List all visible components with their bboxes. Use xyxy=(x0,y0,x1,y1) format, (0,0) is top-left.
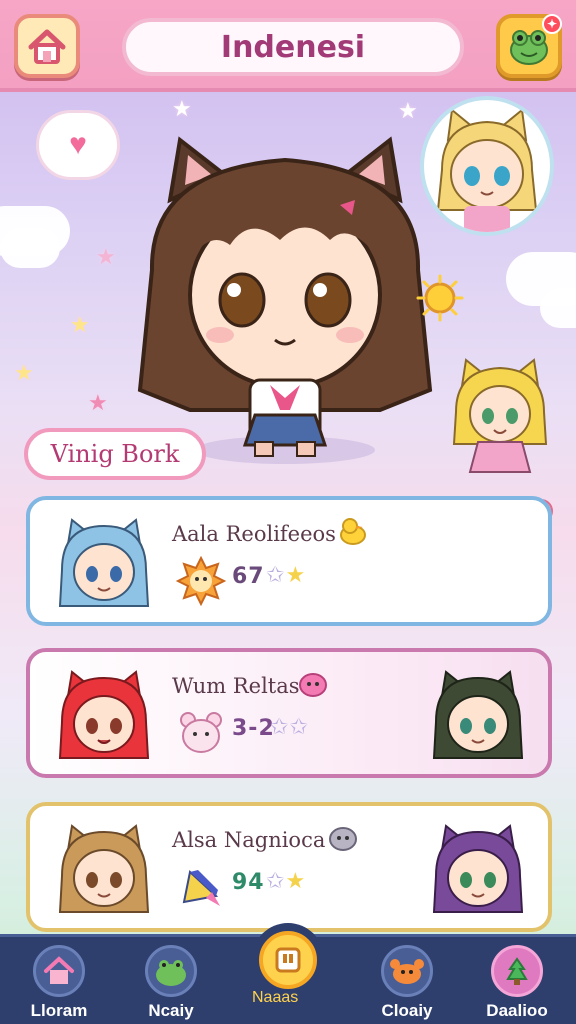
speech-bubble: ♥ xyxy=(36,110,120,180)
rating-stars: ✩✩ xyxy=(270,714,309,739)
page-title: Indenesi xyxy=(220,29,366,65)
star-decoration: ★ xyxy=(172,96,192,121)
roster-score: 94 xyxy=(232,870,265,895)
bear-pet-icon xyxy=(180,712,222,753)
house-icon xyxy=(28,29,66,64)
rating-stars: ✩★ xyxy=(266,562,307,587)
nav-item-home[interactable]: Lloram xyxy=(14,945,104,1024)
nav-label: Lloram xyxy=(30,1001,88,1020)
blonde-cat-girl-avatar xyxy=(436,108,538,232)
featured-friend-bubble[interactable] xyxy=(420,96,554,236)
character-name: Vinig Bork xyxy=(50,440,180,468)
brown-hair-avatar xyxy=(58,824,150,913)
rating-stars: ✩★ xyxy=(266,868,307,893)
star-decoration: ★ xyxy=(14,360,34,385)
dark-hair-avatar xyxy=(432,670,524,759)
gray-blob-icon xyxy=(329,827,357,851)
cloud-decoration xyxy=(540,288,576,328)
roster-card[interactable]: Wum Reltas 3-2 ✩✩ xyxy=(26,648,552,778)
star-decoration: ★ xyxy=(70,312,90,337)
friend-button[interactable]: ✦ xyxy=(496,14,562,78)
sun-pet-icon xyxy=(176,556,226,606)
blue-hair-avatar xyxy=(58,518,150,607)
nav-item-shop[interactable]: Cloaiy xyxy=(362,945,452,1024)
red-hair-avatar xyxy=(58,670,150,759)
roster-card[interactable]: Alsa Nagnioca 94 ✩★ xyxy=(26,802,552,932)
character-name-tag[interactable]: Vinig Bork xyxy=(24,428,206,480)
star-decoration: ★ xyxy=(398,98,418,123)
frog-face-icon xyxy=(156,960,186,986)
nav-item-garden[interactable]: Daalioo xyxy=(472,945,562,1024)
main-character[interactable] xyxy=(130,130,440,470)
cloud-decoration xyxy=(0,228,60,268)
house-icon xyxy=(44,956,74,984)
nav-item-active[interactable]: Naaas xyxy=(252,923,324,1023)
duck-icon xyxy=(340,518,366,545)
nav-label: Ncaiy xyxy=(148,1001,194,1020)
pink-blob-icon xyxy=(299,673,327,697)
roster-name: Aala Reolifeeos xyxy=(172,522,336,546)
frog-face-icon xyxy=(510,30,548,65)
notification-badge: ✦ xyxy=(542,14,562,34)
roster-name: Alsa Nagnioca xyxy=(172,828,326,852)
nav-label: Naaas xyxy=(252,989,299,1006)
top-bar: Indenesi ✦ xyxy=(0,0,576,92)
star-decoration: ★ xyxy=(96,244,116,269)
side-character[interactable] xyxy=(448,356,552,476)
inbox-icon xyxy=(275,947,301,973)
nav-label: Cloaiy xyxy=(381,1001,433,1020)
star-decoration: ★ xyxy=(88,390,108,415)
sun-sticker-icon xyxy=(416,274,464,322)
purple-hair-avatar xyxy=(432,824,524,913)
roster-score: 3-2 xyxy=(232,716,275,741)
pencil-pet-icon xyxy=(182,870,220,906)
title-banner: Indenesi xyxy=(122,18,464,76)
home-button[interactable] xyxy=(14,14,80,78)
roster-card[interactable]: Aala Reolifeeos 67 ✩★ xyxy=(26,496,552,626)
plant-icon xyxy=(506,957,528,985)
crab-icon xyxy=(390,959,424,984)
nav-item-friends[interactable]: Ncaiy xyxy=(126,945,216,1024)
roster-name: Wum Reltas xyxy=(172,674,300,698)
roster-score: 67 xyxy=(232,564,265,589)
nav-label: Daalioo xyxy=(486,1001,548,1020)
bottom-navigation: Lloram Ncaiy Naaas Cloaiy Daalioo xyxy=(0,923,576,1024)
heart-icon: ♥ xyxy=(69,128,87,161)
